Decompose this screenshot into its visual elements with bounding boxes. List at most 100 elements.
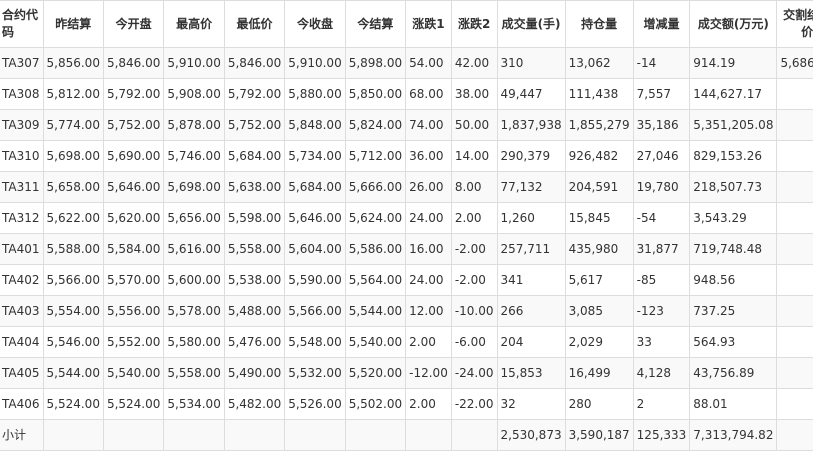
cell-high: 5,534.00 xyxy=(163,388,225,420)
futures-quote-table: 合约代码 昨结算 今开盘 最高价 最低价 今收盘 今结算 涨跌1 涨跌2 成交量… xyxy=(0,0,813,451)
header-volume: 成交量(手) xyxy=(496,0,566,48)
cell-settle: 5,586.00 xyxy=(344,233,407,265)
subtotal-cell xyxy=(102,419,165,451)
cell-change1: 26.00 xyxy=(405,171,452,203)
cell-close: 5,646.00 xyxy=(284,202,346,234)
cell-prev-settle: 5,544.00 xyxy=(42,357,104,389)
cell-change2: 14.00 xyxy=(450,140,498,172)
cell-delivery-settle xyxy=(776,78,813,110)
cell-close: 5,532.00 xyxy=(284,357,346,389)
cell-open-interest: 926,482 xyxy=(564,140,634,172)
cell-volume: 1,837,938 xyxy=(496,109,566,141)
header-settle: 今结算 xyxy=(344,0,407,48)
cell-oi-change: 2 xyxy=(632,388,691,420)
cell-close: 5,604.00 xyxy=(284,233,346,265)
cell-close: 5,566.00 xyxy=(284,295,346,327)
header-low: 最低价 xyxy=(223,0,286,48)
cell-open: 5,792.00 xyxy=(102,78,165,110)
cell-volume: 257,711 xyxy=(496,233,566,265)
cell-change1: 12.00 xyxy=(405,295,452,327)
cell-low: 5,792.00 xyxy=(223,78,286,110)
cell-low: 5,482.00 xyxy=(223,388,286,420)
cell-turnover: 829,153.26 xyxy=(689,140,778,172)
cell-delivery-settle xyxy=(776,326,813,358)
cell-turnover: 43,756.89 xyxy=(689,357,778,389)
cell-open: 5,570.00 xyxy=(102,264,165,296)
cell-open: 5,846.00 xyxy=(102,47,165,79)
cell-open: 5,540.00 xyxy=(102,357,165,389)
cell-low: 5,598.00 xyxy=(223,202,286,234)
cell-change1: 68.00 xyxy=(405,78,452,110)
cell-oi-change: 31,877 xyxy=(632,233,691,265)
cell-low: 5,846.00 xyxy=(223,47,286,79)
cell-oi-change: -54 xyxy=(632,202,691,234)
cell-prev-settle: 5,588.00 xyxy=(42,233,104,265)
cell-change2: -6.00 xyxy=(450,326,498,358)
cell-high: 5,656.00 xyxy=(163,202,225,234)
header-oi-change: 增减量 xyxy=(632,0,691,48)
subtotal-turnover: 7,313,794.82 xyxy=(689,419,778,451)
cell-change1: 54.00 xyxy=(405,47,452,79)
cell-close: 5,684.00 xyxy=(284,171,346,203)
cell-contract-code: TA308 xyxy=(0,78,44,110)
subtotal-row: 小计 2,530,873 3,590,187 125,333 7,313,794… xyxy=(0,419,813,451)
cell-high: 5,910.00 xyxy=(163,47,225,79)
header-change2: 涨跌2 xyxy=(450,0,498,48)
cell-prev-settle: 5,524.00 xyxy=(42,388,104,420)
cell-delivery-settle xyxy=(776,388,813,420)
table-footer: 小计 2,530,873 3,590,187 125,333 7,313,794… xyxy=(0,419,813,451)
cell-low: 5,490.00 xyxy=(223,357,286,389)
cell-low: 5,538.00 xyxy=(223,264,286,296)
cell-open-interest: 3,085 xyxy=(564,295,634,327)
table-row: TA406 5,524.00 5,524.00 5,534.00 5,482.00 5,5… xyxy=(0,388,813,420)
cell-contract-code: TA311 xyxy=(0,171,44,203)
subtotal-cell xyxy=(776,419,813,451)
table-row: TA312 5,622.00 5,620.00 5,656.00 5,598.00 5,6… xyxy=(0,202,813,234)
futures-quote-table-container: 合约代码 昨结算 今开盘 最高价 最低价 今收盘 今结算 涨跌1 涨跌2 成交量… xyxy=(0,0,813,451)
cell-delivery-settle xyxy=(776,233,813,265)
cell-high: 5,558.00 xyxy=(163,357,225,389)
subtotal-cell xyxy=(163,419,225,451)
cell-open-interest: 111,438 xyxy=(564,78,634,110)
cell-contract-code: TA307 xyxy=(0,47,44,79)
cell-open: 5,690.00 xyxy=(102,140,165,172)
subtotal-cell xyxy=(405,419,452,451)
cell-volume: 77,132 xyxy=(496,171,566,203)
cell-change1: 24.00 xyxy=(405,264,452,296)
table-row: TA307 5,856.00 5,846.00 5,910.00 5,846.00 5,9… xyxy=(0,47,813,79)
cell-close: 5,590.00 xyxy=(284,264,346,296)
cell-turnover: 564.93 xyxy=(689,326,778,358)
cell-low: 5,684.00 xyxy=(223,140,286,172)
subtotal-cell xyxy=(42,419,104,451)
header-turnover: 成交额(万元) xyxy=(689,0,778,48)
cell-delivery-settle xyxy=(776,202,813,234)
cell-open-interest: 435,980 xyxy=(564,233,634,265)
cell-close: 5,880.00 xyxy=(284,78,346,110)
cell-contract-code: TA312 xyxy=(0,202,44,234)
cell-change2: 50.00 xyxy=(450,109,498,141)
cell-high: 5,698.00 xyxy=(163,171,225,203)
cell-oi-change: -123 xyxy=(632,295,691,327)
cell-turnover: 3,543.29 xyxy=(689,202,778,234)
table-row: TA402 5,566.00 5,570.00 5,600.00 5,538.00 5,5… xyxy=(0,264,813,296)
cell-delivery-settle xyxy=(776,357,813,389)
cell-change1: 2.00 xyxy=(405,326,452,358)
cell-delivery-settle xyxy=(776,109,813,141)
subtotal-cell xyxy=(284,419,346,451)
cell-prev-settle: 5,554.00 xyxy=(42,295,104,327)
cell-prev-settle: 5,546.00 xyxy=(42,326,104,358)
cell-close: 5,910.00 xyxy=(284,47,346,79)
cell-open-interest: 1,855,279 xyxy=(564,109,634,141)
cell-change2: -22.00 xyxy=(450,388,498,420)
subtotal-cell xyxy=(344,419,407,451)
cell-close: 5,848.00 xyxy=(284,109,346,141)
cell-change2: -2.00 xyxy=(450,233,498,265)
cell-change1: 16.00 xyxy=(405,233,452,265)
cell-change2: -10.00 xyxy=(450,295,498,327)
table-body: TA307 5,856.00 5,846.00 5,910.00 5,846.00 5,9… xyxy=(0,47,813,420)
cell-change1: 74.00 xyxy=(405,109,452,141)
cell-volume: 290,379 xyxy=(496,140,566,172)
cell-open: 5,556.00 xyxy=(102,295,165,327)
cell-open-interest: 13,062 xyxy=(564,47,634,79)
cell-contract-code: TA406 xyxy=(0,388,44,420)
